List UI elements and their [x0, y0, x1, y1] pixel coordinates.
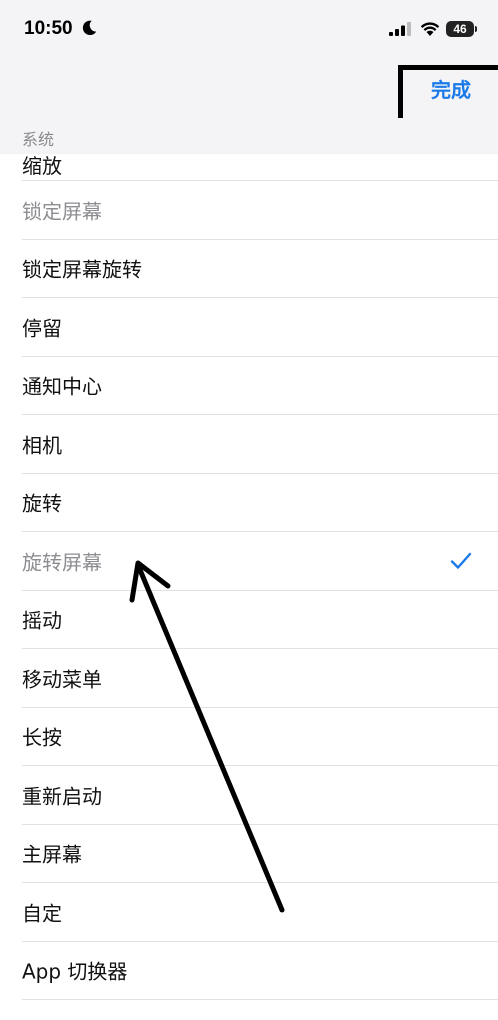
list-item-label: 重新启动 [22, 784, 102, 809]
list-item[interactable]: 锁定屏幕旋转 [22, 240, 498, 298]
list-item-label: 相机 [22, 433, 62, 458]
list-item-label: 缩放 [22, 154, 62, 178]
list-item-label: 旋转屏幕 [22, 550, 102, 575]
list-item-selected[interactable]: 旋转屏幕 [22, 532, 498, 591]
status-bar: 10:50 46 [0, 0, 498, 60]
list-item[interactable]: 长按 [22, 708, 498, 766]
list-item-label: 移动菜单 [22, 667, 102, 692]
list-item-label: 停留 [22, 316, 62, 341]
list-item[interactable]: 主屏幕 [22, 825, 498, 883]
list-item-label: 主屏幕 [22, 842, 82, 867]
list-item-label: 摇动 [22, 608, 62, 633]
list-item[interactable]: App 切换器 [22, 942, 498, 1000]
list-item-label: 通知中心 [22, 374, 102, 399]
list-item-label: 锁定屏幕旋转 [22, 257, 142, 282]
list-item-label: App 切换器 [22, 959, 128, 984]
status-time: 10:50 [24, 18, 73, 39]
list-item[interactable]: 锁定屏幕 [22, 181, 498, 240]
list-item-label: 长按 [22, 725, 62, 750]
battery-icon: 46 [446, 21, 474, 37]
list-item-label: 锁定屏幕 [22, 199, 102, 224]
section-header [0, 118, 498, 154]
list-item[interactable]: 自定 [22, 883, 498, 942]
list-item[interactable]: 重新启动 [22, 766, 498, 825]
list-item[interactable]: 相机 [22, 415, 498, 474]
moon-icon [82, 20, 97, 36]
list-item-label: 旋转 [22, 491, 62, 516]
wifi-icon [420, 22, 440, 36]
checkmark-icon [450, 552, 472, 569]
list-item[interactable]: 摇动 [22, 591, 498, 649]
list-item[interactable]: 通知中心 [22, 357, 498, 415]
action-list: 缩放 锁定屏幕 锁定屏幕旋转 停留 通知中心 相机 旋转 旋转屏幕 摇动 移动菜… [0, 154, 498, 1000]
navigation-bar [0, 60, 498, 119]
section-title: 系统 [22, 130, 55, 149]
list-item[interactable]: 停留 [22, 298, 498, 357]
signal-icon [389, 22, 411, 36]
battery-tip [475, 26, 477, 32]
list-item[interactable]: 缩放 [22, 154, 498, 181]
list-item[interactable]: 移动菜单 [22, 649, 498, 708]
list-item[interactable]: 旋转 [22, 474, 498, 532]
done-button[interactable]: 完成 [431, 74, 471, 103]
list-item-label: 自定 [22, 901, 62, 926]
